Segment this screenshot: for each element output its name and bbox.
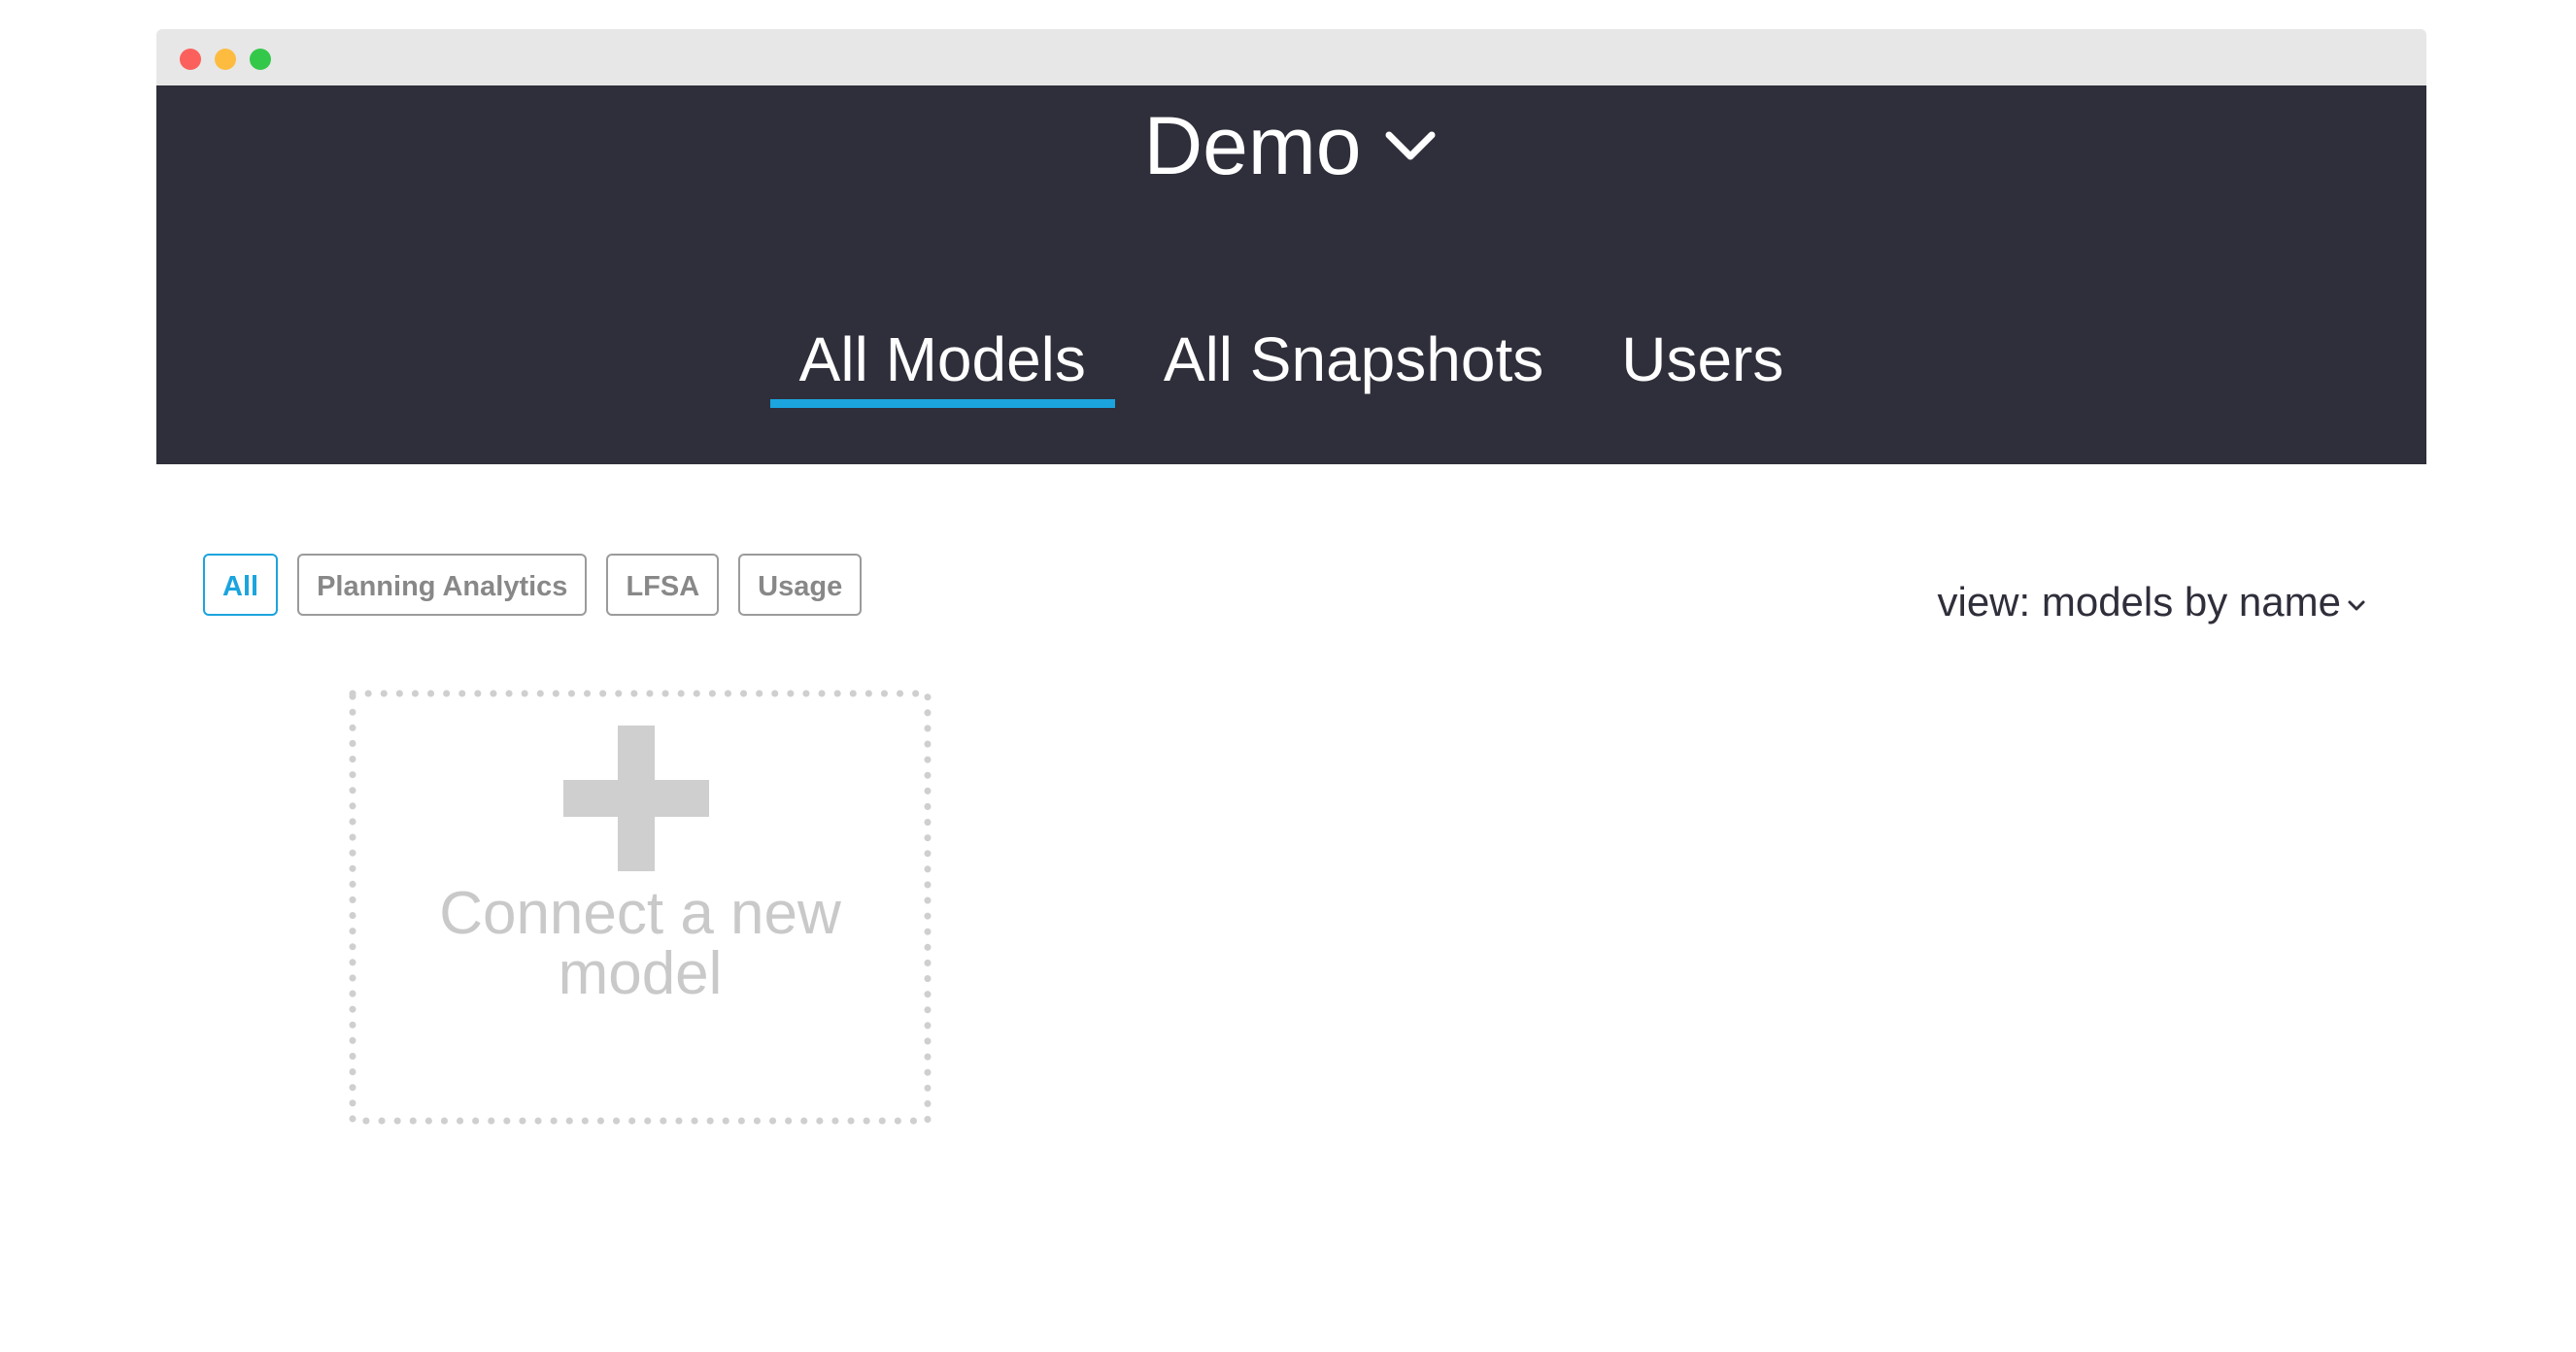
connect-new-model-label-line2: model bbox=[558, 940, 723, 1007]
window-titlebar bbox=[156, 29, 2426, 85]
workspace-switcher[interactable]: Demo bbox=[156, 85, 2426, 199]
filter-lfsa[interactable]: LFSA bbox=[606, 554, 720, 616]
filter-planning-analytics[interactable]: Planning Analytics bbox=[297, 554, 588, 616]
tab-all-models[interactable]: All Models bbox=[769, 311, 1116, 408]
main-tabs: All Models All Snapshots Users bbox=[156, 311, 2426, 408]
minimize-window-button[interactable] bbox=[215, 49, 236, 70]
connect-new-model-label: Connect a new model bbox=[349, 884, 932, 1004]
tab-all-snapshots[interactable]: All Snapshots bbox=[1135, 311, 1573, 408]
view-selector[interactable]: view: models by name bbox=[1937, 575, 2366, 629]
plus-icon bbox=[563, 726, 709, 871]
close-window-button[interactable] bbox=[180, 49, 201, 70]
connect-new-model-card[interactable]: Connect a new model bbox=[349, 690, 932, 1125]
tab-users[interactable]: Users bbox=[1592, 311, 1813, 408]
view-selector-label: view: models by name bbox=[1937, 579, 2341, 625]
filter-usage[interactable]: Usage bbox=[738, 554, 863, 616]
chevron-down-icon bbox=[1385, 131, 1436, 160]
connect-new-model-label-line1: Connect a new bbox=[439, 880, 841, 947]
chevron-down-icon bbox=[2348, 600, 2365, 611]
maximize-window-button[interactable] bbox=[250, 49, 271, 70]
filter-chips: All Planning Analytics LFSA Usage bbox=[203, 554, 881, 616]
filter-all[interactable]: All bbox=[203, 554, 279, 616]
browser-window: Demo All Models All Snapshots Users All Pla… bbox=[156, 29, 2426, 1352]
workspace-name: Demo bbox=[1143, 99, 1362, 191]
